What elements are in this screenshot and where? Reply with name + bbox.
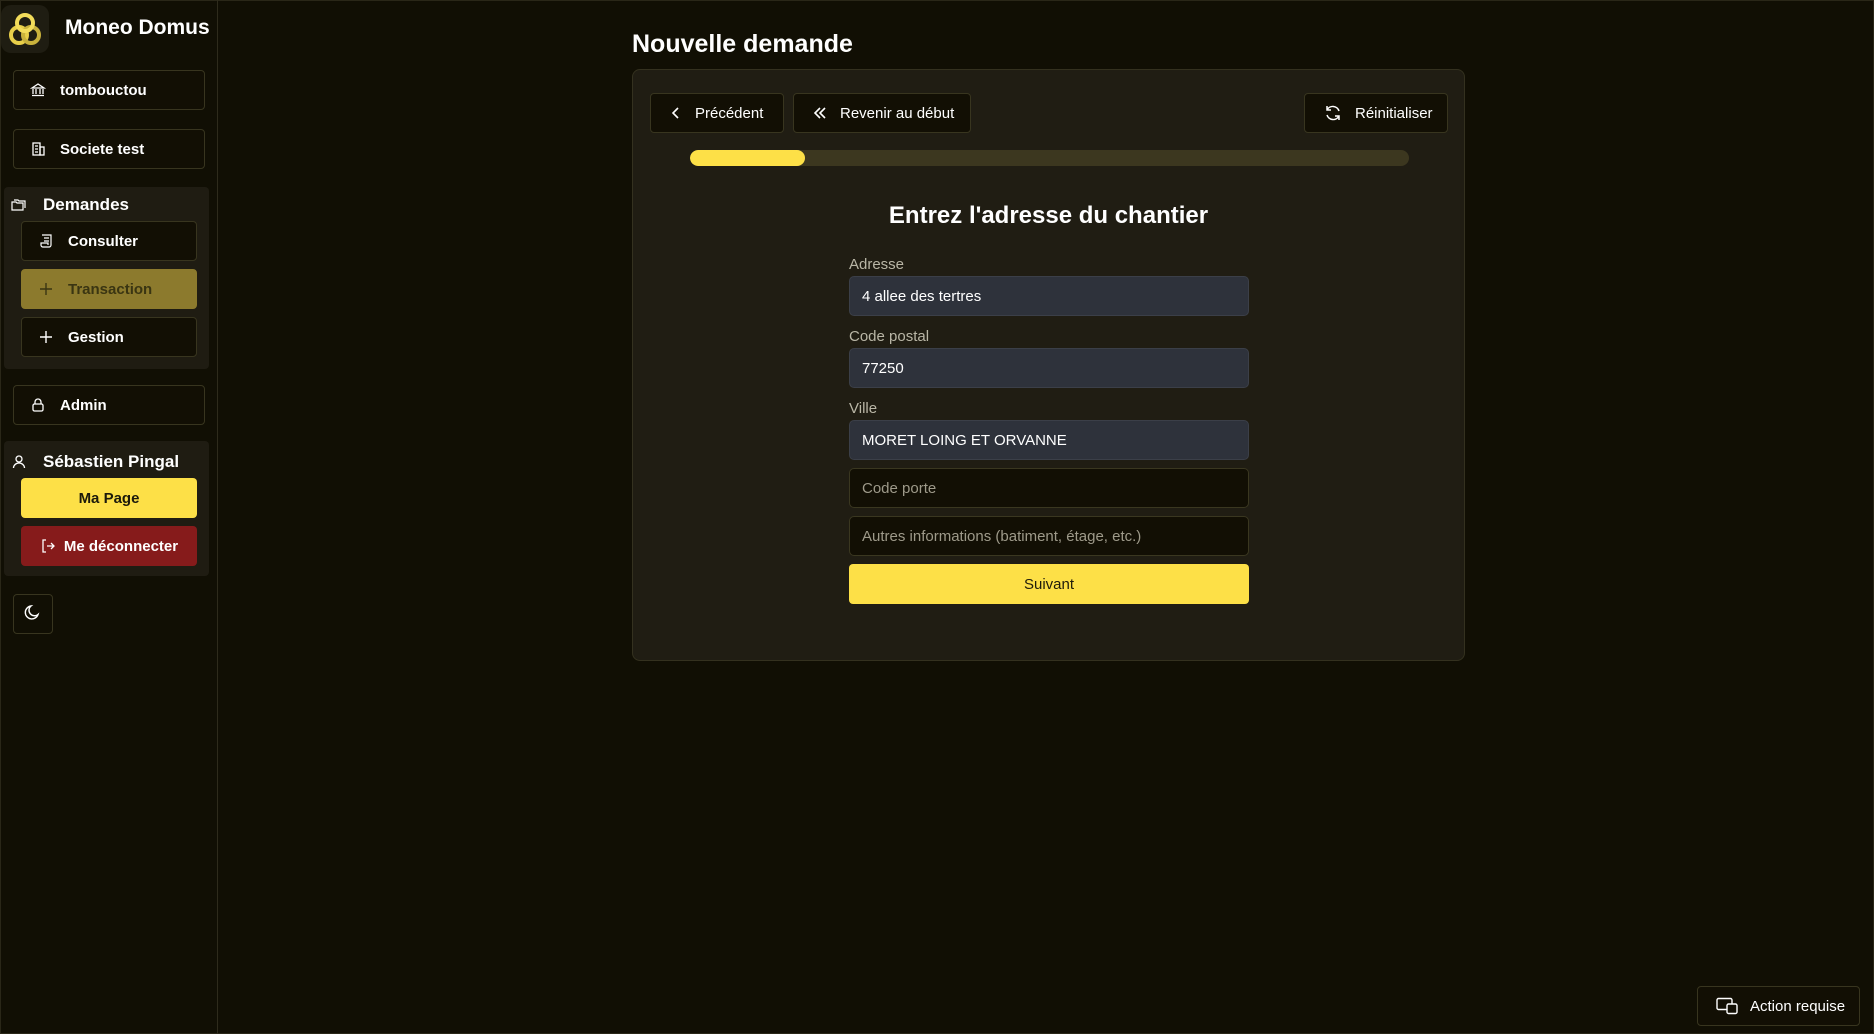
demandes-title: Demandes [11,195,129,215]
my-page-button[interactable]: Ma Page [21,478,197,518]
brand: Moneo Domus [0,0,217,58]
reset-label: Réinitialiser [1355,104,1433,122]
other-info-input[interactable] [849,516,1249,556]
logout-label: Me déconnecter [63,537,179,555]
logo[interactable] [1,5,49,53]
next-button[interactable]: Suivant [849,564,1249,604]
org-label: tombouctou [60,81,147,99]
previous-label: Précédent [695,104,764,122]
sidebar-item-label: Gestion [68,328,124,346]
action-required-label: Action requise [1750,997,1846,1015]
plus-icon [38,329,54,345]
postal-code-input[interactable] [849,348,1249,388]
user-name-text: Sébastien Pingal [43,452,180,471]
previous-button[interactable]: Précédent [650,93,784,133]
city-input[interactable] [849,420,1249,460]
progress-bar [690,150,1409,166]
sidebar: Moneo Domus tombouctou Societe test Dema… [0,0,218,1034]
moon-icon [24,603,42,626]
logo-icon [9,13,41,45]
org-button[interactable]: tombouctou [13,70,205,110]
sidebar-item-consulter[interactable]: Consulter [21,221,197,261]
lock-icon [30,397,46,413]
user-icon [11,454,27,470]
company-label: Societe test [60,140,145,158]
action-required-button[interactable]: Action requise [1697,986,1860,1026]
chevrons-left-icon [812,106,828,120]
user-name: Sébastien Pingal [11,452,179,472]
app-name: Moneo Domus [65,16,210,39]
my-page-label: Ma Page [78,489,140,507]
user-group: Sébastien Pingal Ma Page Me déconnecter [4,441,209,576]
restart-button[interactable]: Revenir au début [793,93,971,133]
theme-toggle-button[interactable] [13,594,53,634]
refresh-icon [1323,103,1343,123]
request-card: Précédent Revenir au début Réinitialiser… [632,69,1465,661]
postal-code-label: Code postal [849,328,930,345]
door-code-input[interactable] [849,468,1249,508]
logout-button[interactable]: Me déconnecter [21,526,197,566]
progress-fill [690,150,806,166]
folders-icon [11,197,27,213]
step-title: Entrez l'adresse du chantier [888,202,1209,229]
admin-label: Admin [60,396,107,414]
restart-label: Revenir au début [840,104,955,122]
address-label: Adresse [849,256,905,273]
sidebar-item-gestion[interactable]: Gestion [21,317,197,357]
devices-icon [1716,997,1738,1015]
city-label: Ville [849,400,878,417]
reset-button[interactable]: Réinitialiser [1304,93,1448,133]
demandes-group: Demandes Consulter Transaction Gestion [4,187,209,369]
admin-button[interactable]: Admin [13,385,205,425]
chevron-left-icon [669,106,683,120]
logout-icon [40,538,56,554]
company-button[interactable]: Societe test [13,129,205,169]
address-input[interactable] [849,276,1249,316]
sidebar-item-transaction[interactable]: Transaction [21,269,197,309]
demandes-title-text: Demandes [43,195,129,214]
building-icon [30,141,46,157]
sidebar-item-label: Consulter [68,232,139,250]
bank-icon [30,82,46,98]
scroll-icon [38,233,54,249]
sidebar-item-label: Transaction [68,280,153,298]
plus-icon [38,281,54,297]
page-title: Nouvelle demande [632,30,853,58]
